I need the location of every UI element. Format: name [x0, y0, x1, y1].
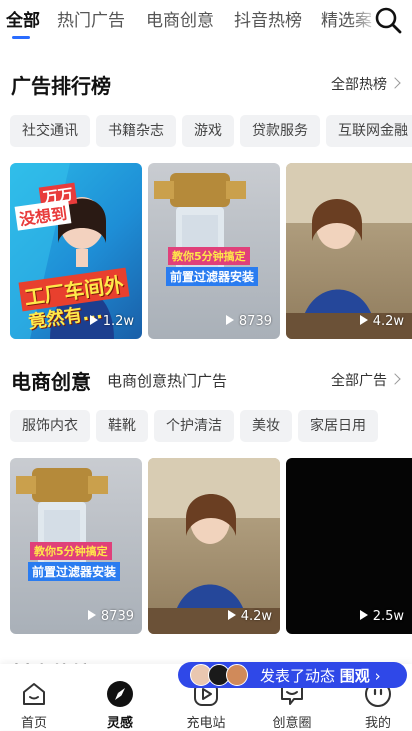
view-count: 4.2w — [359, 314, 404, 329]
nav-label: 充电站 — [186, 716, 226, 731]
all-ads-link[interactable]: 全部广告 — [331, 370, 387, 390]
nav-label: 我的 — [364, 716, 391, 731]
toast-action[interactable]: 围观 — [340, 667, 370, 685]
play-icon — [225, 315, 234, 325]
activity-toast[interactable]: 发表了动态 围观 › — [178, 662, 407, 688]
chip-makeup[interactable]: 美妆 — [240, 410, 292, 442]
chip-social[interactable]: 社交通讯 — [10, 115, 90, 147]
overlay-caption: 教你5分钟搞定 — [168, 247, 250, 265]
play-icon — [89, 315, 98, 325]
view-count: 1.2w — [89, 314, 134, 329]
nav-label: 灵感 — [106, 716, 133, 731]
video-thumbnail-diner — [286, 163, 412, 339]
overlay-banner: 前置过滤器安装 — [166, 267, 259, 286]
play-icon — [359, 610, 368, 620]
nav-home[interactable]: 首页 — [4, 666, 64, 731]
search-button[interactable] — [372, 4, 404, 36]
view-count: 8739 — [225, 314, 272, 329]
section-title-ad-ranking: 广告排行榜 — [11, 74, 111, 98]
tab-all[interactable]: 全部 — [6, 6, 40, 31]
video-card[interactable]: 4.2w — [148, 458, 280, 634]
nav-label: 创意圈 — [272, 716, 312, 731]
view-count: 2.5w — [359, 609, 404, 624]
video-card[interactable]: 教你5分钟搞定 前置过滤器安装 8739 — [10, 458, 142, 634]
search-icon — [375, 7, 402, 34]
chevron-right-icon — [389, 77, 401, 89]
section-subtitle: 电商创意热门广告 — [107, 372, 228, 390]
view-count: 8739 — [87, 609, 134, 624]
tab-hot-ads[interactable]: 热门广告 — [57, 6, 125, 31]
ranking-category-chips: 社交通讯 书籍杂志 游戏 贷款服务 互联网金融 — [10, 115, 412, 147]
play-icon — [227, 610, 236, 620]
overlay-banner: 前置过滤器安装 — [28, 562, 121, 581]
tab-douyin-hot[interactable]: 抖音热榜 — [234, 6, 302, 31]
chevron-right-icon — [389, 373, 401, 385]
avatar — [226, 664, 248, 686]
chip-home[interactable]: 家居日用 — [298, 410, 378, 442]
play-icon — [359, 315, 368, 325]
chip-fintech[interactable]: 互联网金融 — [326, 115, 412, 147]
section-title-ecommerce: 电商创意 — [11, 370, 91, 394]
chip-books[interactable]: 书籍杂志 — [96, 115, 176, 147]
ecommerce-category-chips: 服饰内衣 鞋靴 个护清洁 美妆 家居日用 — [10, 410, 412, 442]
toast-text: 发表了动态 围观 › — [260, 667, 381, 685]
chip-shoes[interactable]: 鞋靴 — [96, 410, 148, 442]
overlay-caption: 教你5分钟搞定 — [30, 542, 112, 560]
nav-inspiration[interactable]: 灵感 — [90, 666, 150, 731]
chip-personal-care[interactable]: 个护清洁 — [154, 410, 234, 442]
tab-ecommerce[interactable]: 电商创意 — [146, 6, 214, 31]
chip-loan[interactable]: 贷款服务 — [240, 115, 320, 147]
home-icon — [23, 683, 45, 705]
video-card[interactable]: 万万 没想到 工厂车间外 竟然有... 1.2w — [10, 163, 142, 339]
nav-label: 首页 — [20, 716, 47, 731]
compass-icon — [107, 681, 133, 707]
active-tab-indicator — [12, 36, 30, 39]
play-icon — [87, 610, 96, 620]
view-count: 4.2w — [227, 609, 272, 624]
video-thumbnail-diner — [148, 458, 280, 634]
top-tab-bar: 全部 热门广告 电商创意 抖音热榜 精选案 — [0, 0, 412, 42]
video-card[interactable]: 教你5分钟搞定 前置过滤器安装 8739 — [148, 163, 280, 339]
chip-apparel[interactable]: 服饰内衣 — [10, 410, 90, 442]
chip-games[interactable]: 游戏 — [182, 115, 234, 147]
chevron-right-icon: › — [374, 667, 381, 685]
video-card[interactable]: 2.5w — [286, 458, 412, 634]
video-card[interactable]: 4.2w — [286, 163, 412, 339]
all-hot-list-link[interactable]: 全部热榜 — [331, 74, 387, 94]
